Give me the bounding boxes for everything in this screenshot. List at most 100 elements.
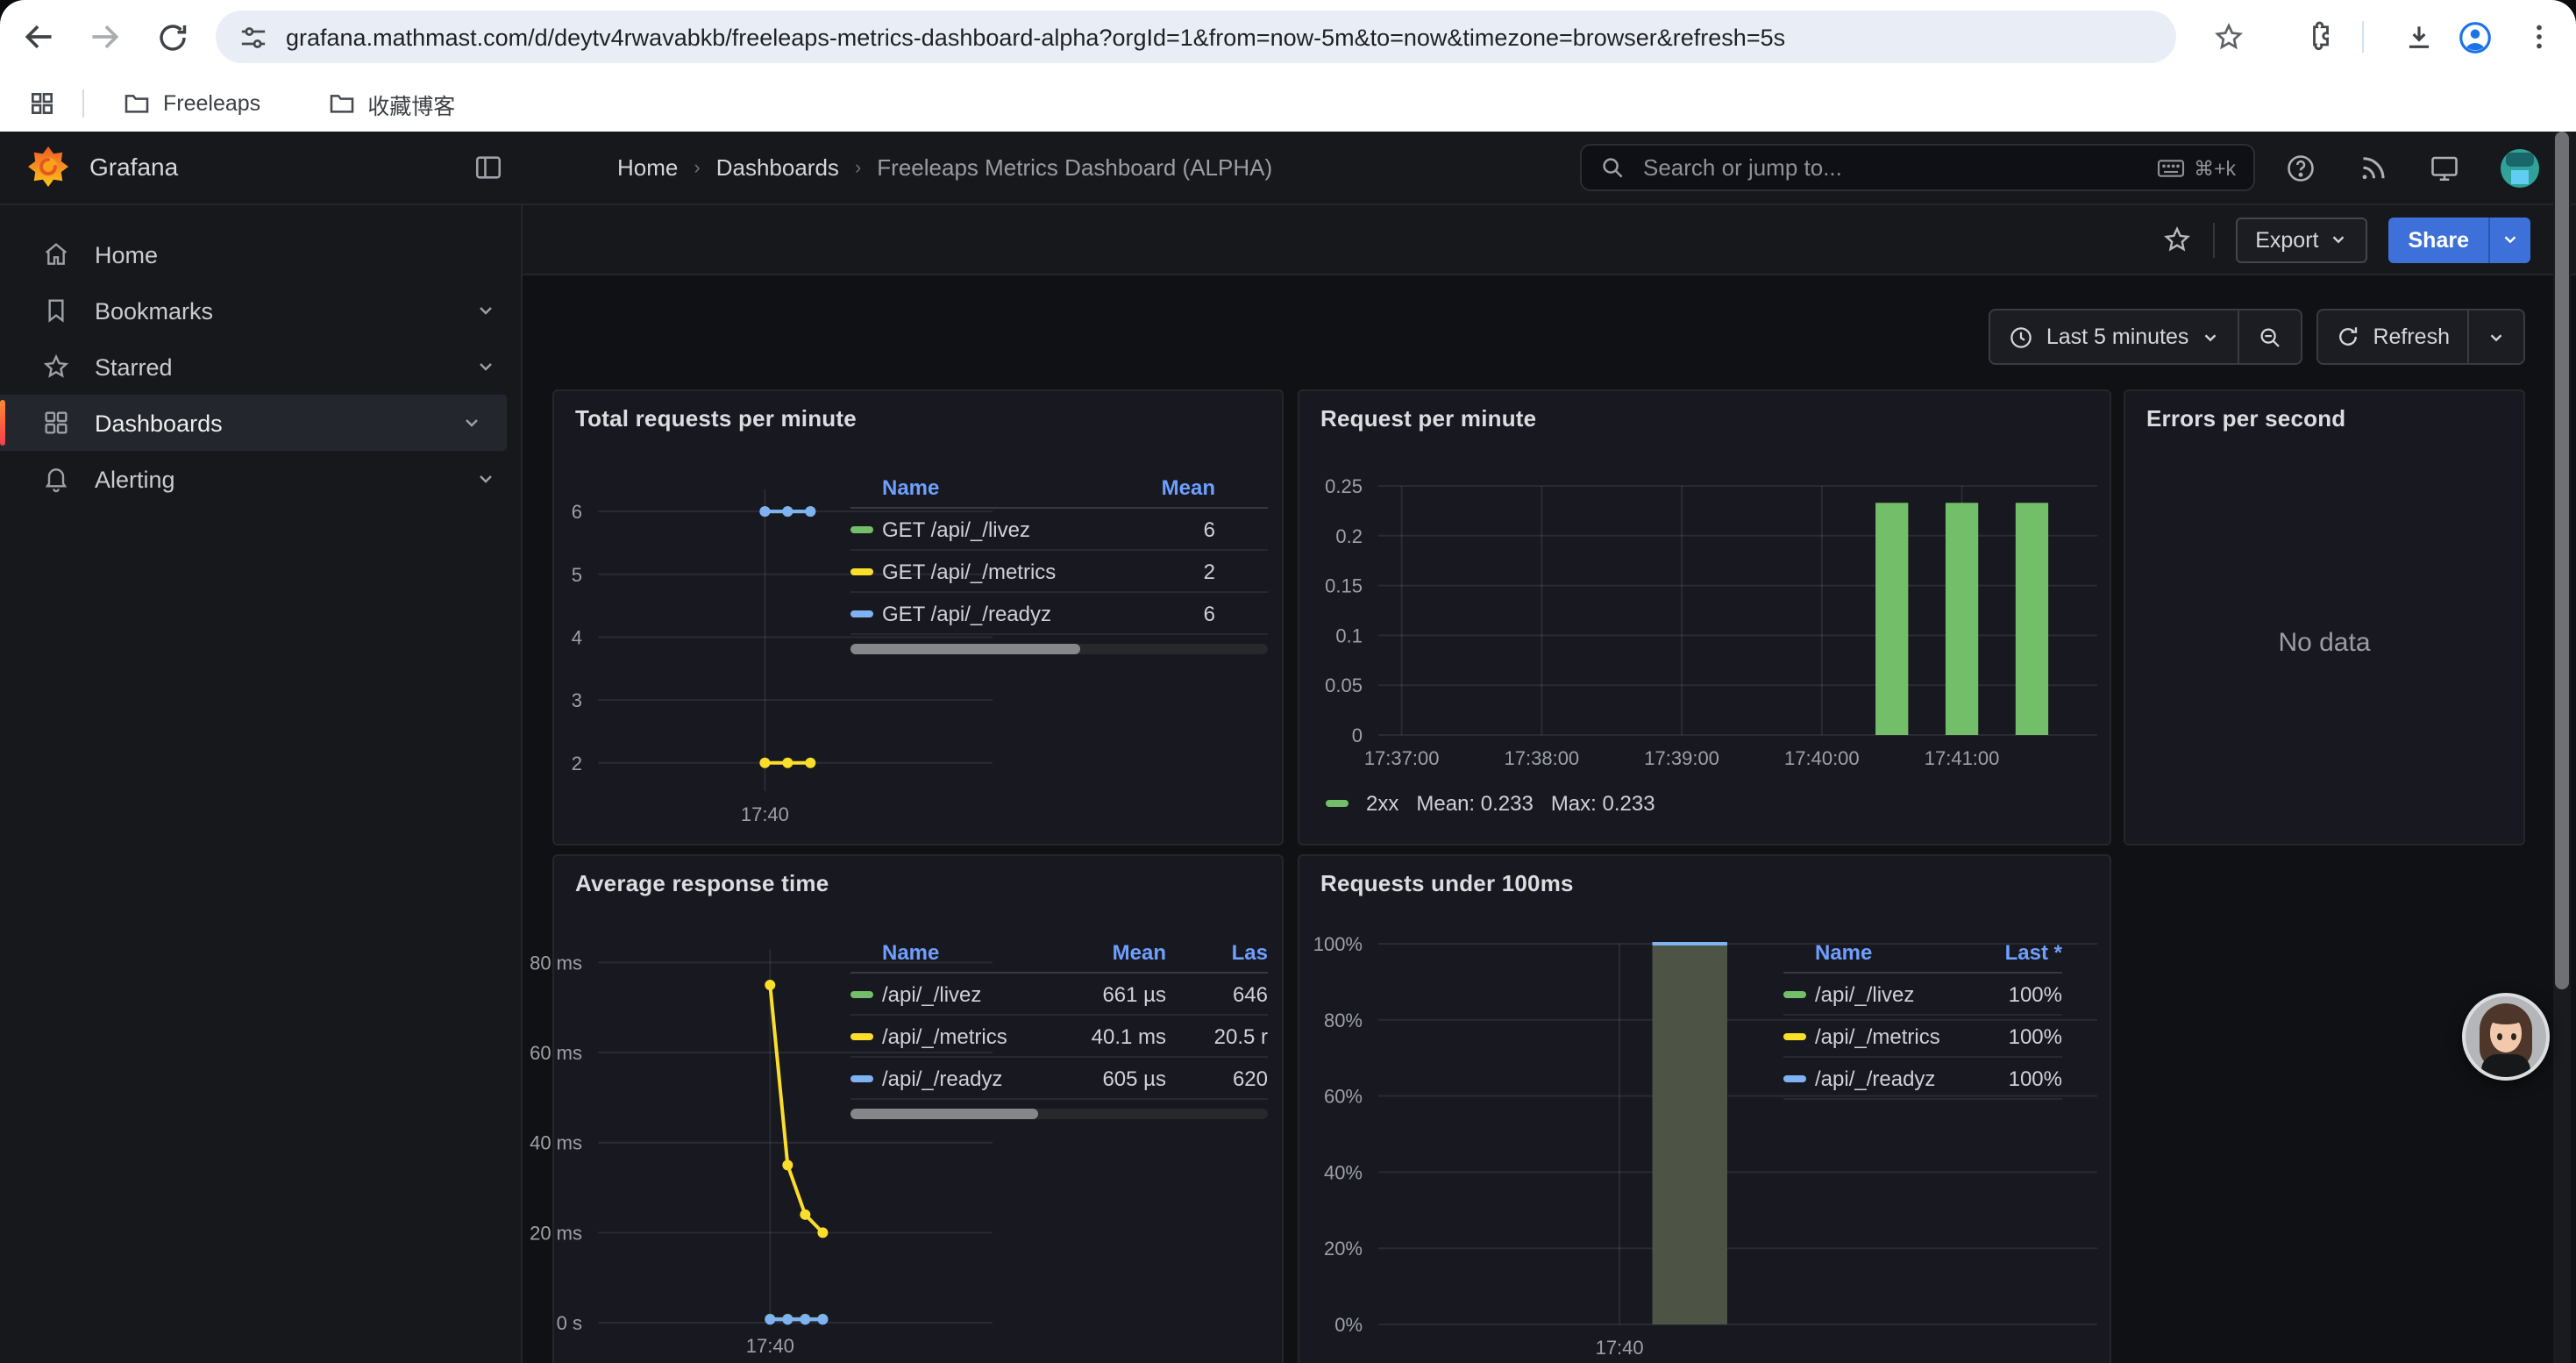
- avatar-bangs: [2487, 1010, 2525, 1024]
- legend-header-name[interactable]: Name: [882, 475, 1110, 500]
- extensions-icon[interactable]: [2299, 18, 2338, 56]
- bookmark-folder-freeleaps[interactable]: Freeleaps: [109, 82, 274, 125]
- series-name[interactable]: /api/_/readyz: [1815, 1066, 1964, 1090]
- sidebar-toggle-icon[interactable]: [473, 153, 503, 182]
- legend-header-name[interactable]: Name: [1815, 940, 1964, 965]
- sidebar-item-label: Home: [95, 241, 158, 268]
- legend-header-last[interactable]: Las: [1166, 940, 1268, 965]
- series-name[interactable]: /api/_/metrics: [882, 1024, 1064, 1048]
- search-box[interactable]: ⌘+k: [1580, 144, 2255, 191]
- breadcrumb-dashboards[interactable]: Dashboards: [716, 154, 839, 181]
- panel-title[interactable]: Requests under 100ms: [1320, 870, 1574, 896]
- url-input[interactable]: [286, 24, 2176, 50]
- time-range-picker[interactable]: Last 5 minutes: [1990, 310, 2238, 363]
- legend-table: Name Last * /api/_/livez 100% /api/_/met…: [1783, 933, 2062, 1100]
- breadcrumb-separator: ›: [694, 157, 700, 178]
- chevron-down-icon: [2487, 327, 2506, 346]
- share-button[interactable]: Share: [2389, 217, 2531, 262]
- panel-requests-under-100ms: Requests under 100ms 0%20%40%60%80%100%1…: [1298, 854, 2111, 1363]
- menu-kebab-icon[interactable]: [2520, 18, 2558, 56]
- bookmark-star-icon[interactable]: [2210, 18, 2248, 56]
- legend-header-mean[interactable]: Mean: [1110, 475, 1268, 500]
- floating-assistant-avatar[interactable]: [2462, 993, 2550, 1081]
- panel-title[interactable]: Request per minute: [1320, 405, 1536, 432]
- chevron-down-icon[interactable]: [461, 412, 482, 433]
- legend-row: /api/_/metrics 100%: [1783, 1016, 2062, 1058]
- apps-grid-icon[interactable]: [23, 84, 61, 123]
- sidebar-item-bookmarks[interactable]: Bookmarks: [0, 282, 521, 339]
- series-mean: 661 µs: [1064, 981, 1166, 1006]
- series-name[interactable]: GET /api/_/readyz: [882, 601, 1110, 625]
- share-dropdown-arrow[interactable]: [2488, 217, 2530, 262]
- svg-text:0: 0: [1352, 724, 1363, 746]
- brand-name: Grafana: [89, 152, 178, 180]
- download-icon[interactable]: [2399, 18, 2437, 56]
- panel-errors-per-second: Errors per second No data: [2124, 389, 2525, 846]
- sidebar-item-home[interactable]: Home: [0, 226, 521, 282]
- dashboard-content: Last 5 minutes Refresh: [523, 275, 2576, 1363]
- breadcrumb-home[interactable]: Home: [617, 154, 678, 181]
- panel-title[interactable]: Total requests per minute: [575, 405, 857, 432]
- chevron-down-icon[interactable]: [475, 300, 496, 321]
- bookmark-icon: [42, 296, 70, 325]
- user-avatar[interactable]: [2501, 148, 2539, 187]
- grafana-brand[interactable]: Grafana: [26, 144, 178, 188]
- profile-icon[interactable]: [2455, 18, 2494, 56]
- bookmarks-divider: [82, 89, 84, 118]
- chevron-down-icon[interactable]: [475, 356, 496, 377]
- panel-title[interactable]: Errors per second: [2146, 405, 2345, 432]
- chevron-down-icon: [2201, 327, 2220, 346]
- toolbar-divider: [2362, 21, 2364, 53]
- site-settings-icon[interactable]: [238, 22, 268, 52]
- address-bar[interactable]: [216, 11, 2176, 63]
- legend-header-name[interactable]: Name: [882, 940, 1064, 965]
- bookmarks-bar: Freeleaps 收藏博客: [0, 75, 2576, 132]
- series-name[interactable]: GET /api/_/livez: [882, 517, 1110, 541]
- bookmark-folder-blogs[interactable]: 收藏博客: [313, 80, 469, 127]
- series-name[interactable]: /api/_/readyz: [882, 1066, 1064, 1090]
- svg-text:60%: 60%: [1324, 1086, 1363, 1108]
- svg-text:0 s: 0 s: [557, 1312, 582, 1334]
- breadcrumb-current: Freeleaps Metrics Dashboard (ALPHA): [877, 154, 1272, 181]
- forward-icon[interactable]: [86, 18, 125, 56]
- avatar-eye: [2497, 1033, 2502, 1040]
- reload-icon[interactable]: [153, 18, 191, 56]
- export-button[interactable]: Export: [2236, 217, 2367, 262]
- series-mean: 6: [1110, 601, 1268, 625]
- page-scrollbar-thumb[interactable]: [2555, 132, 2569, 989]
- back-icon[interactable]: [19, 18, 58, 56]
- series-name[interactable]: /api/_/metrics: [1815, 1024, 1964, 1048]
- legend-table: Name Mean GET /api/_/livez 6 GET /api/_/…: [850, 468, 1268, 654]
- chevron-down-icon[interactable]: [475, 468, 496, 489]
- series-name[interactable]: GET /api/_/metrics: [882, 559, 1110, 583]
- nav-icon-group: [2285, 132, 2539, 203]
- svg-text:3: 3: [572, 689, 582, 711]
- sidebar-item-label: Alerting: [95, 466, 175, 492]
- legend-scrollbar[interactable]: [850, 644, 1268, 654]
- series-swatch-yellow: [850, 567, 873, 574]
- sidebar-item-starred[interactable]: Starred: [0, 339, 521, 395]
- sidebar-item-alerting[interactable]: Alerting: [0, 451, 521, 507]
- monitor-icon[interactable]: [2429, 152, 2460, 183]
- help-icon[interactable]: [2285, 152, 2316, 183]
- legend-header-last[interactable]: Last *: [1964, 940, 2062, 965]
- news-rss-icon[interactable]: [2357, 152, 2388, 183]
- breadcrumb-separator: ›: [855, 157, 861, 178]
- favorite-star-icon[interactable]: [2162, 225, 2192, 254]
- series-name[interactable]: 2xx: [1366, 791, 1398, 816]
- sidebar-item-dashboards[interactable]: Dashboards: [0, 395, 507, 451]
- series-name[interactable]: /api/_/livez: [882, 981, 1064, 1006]
- legend-header-mean[interactable]: Mean: [1064, 940, 1166, 965]
- panel-title[interactable]: Average response time: [575, 870, 829, 896]
- svg-text:80%: 80%: [1324, 1010, 1363, 1031]
- svg-text:100%: 100%: [1313, 933, 1363, 955]
- svg-text:6: 6: [572, 501, 582, 523]
- legend-scrollbar[interactable]: [850, 1109, 1268, 1119]
- refresh-interval-dropdown[interactable]: [2469, 310, 2523, 363]
- zoom-out-button[interactable]: [2239, 310, 2301, 363]
- legend-row: /api/_/livez 661 µs 646: [850, 974, 1268, 1016]
- series-swatch-green: [850, 990, 873, 997]
- series-name[interactable]: /api/_/livez: [1815, 981, 1964, 1006]
- search-input[interactable]: [1640, 153, 2157, 182]
- refresh-button[interactable]: Refresh: [2318, 310, 2467, 363]
